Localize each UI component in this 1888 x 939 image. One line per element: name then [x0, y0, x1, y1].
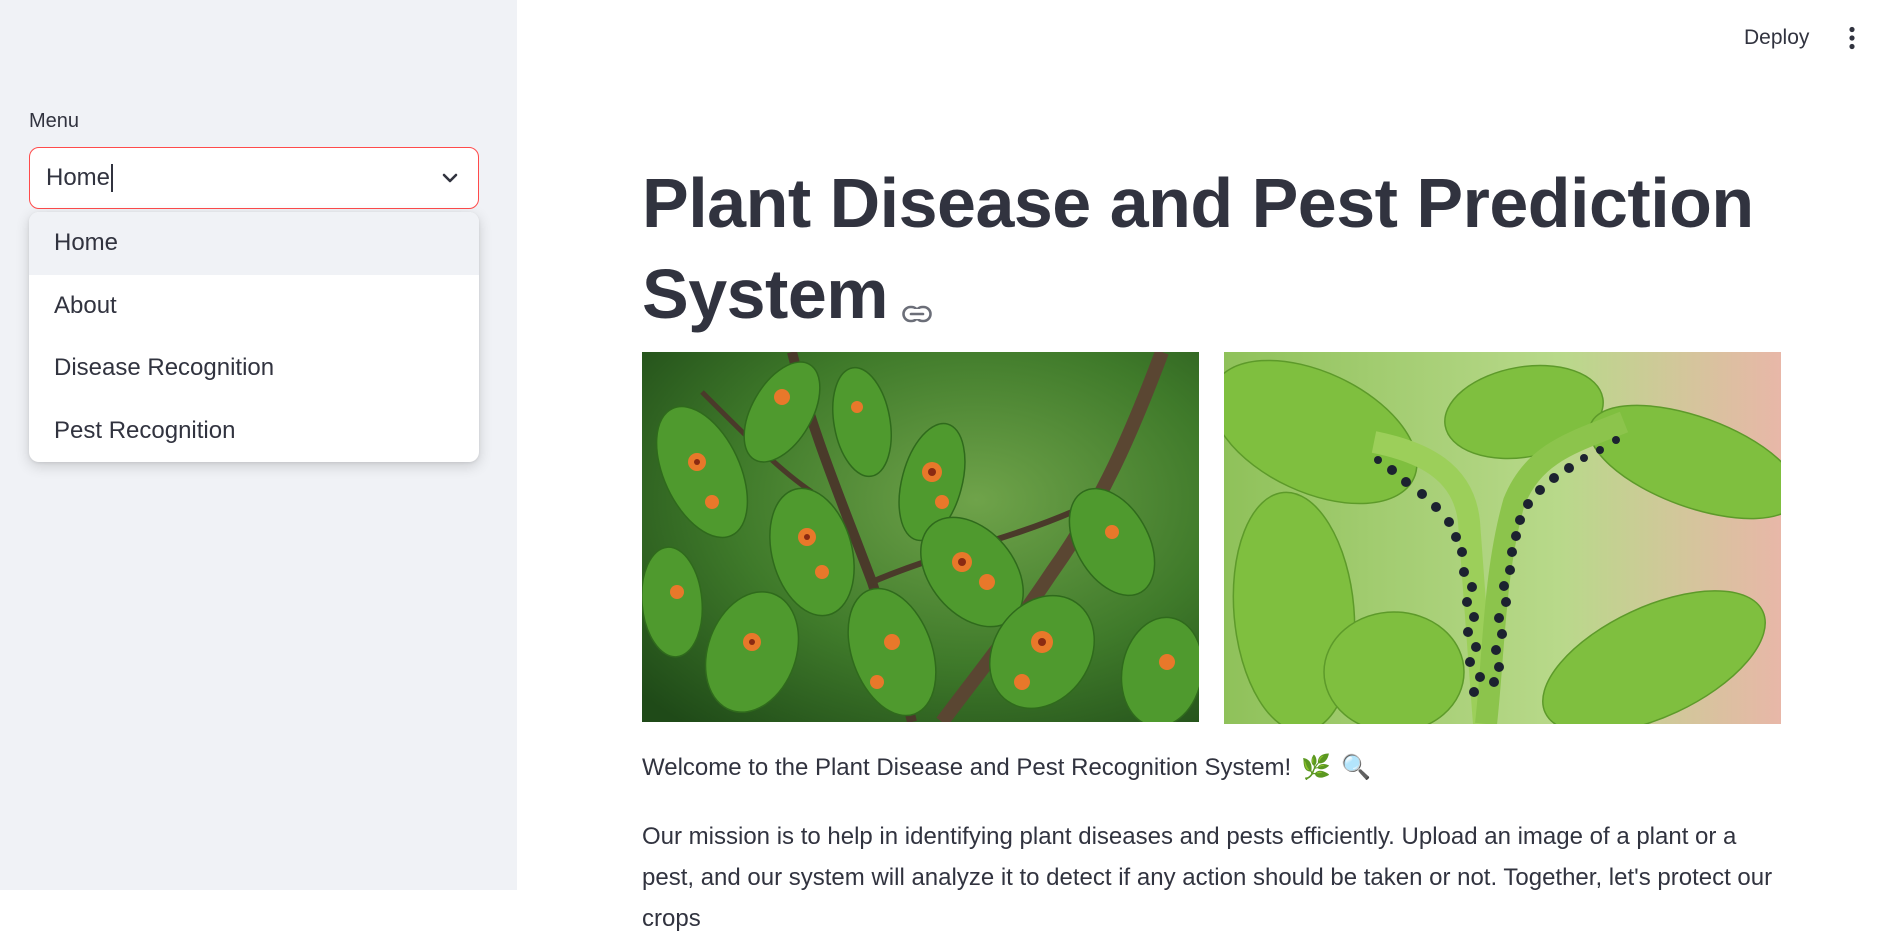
page-title-line2-wrap: System: [642, 246, 1792, 342]
menu-option-pest-recognition[interactable]: Pest Recognition: [29, 400, 479, 463]
menu-label: Menu: [29, 110, 80, 132]
herb-emoji: 🌿: [1301, 754, 1332, 781]
page-title-line1: Plant Disease and Pest Prediction: [642, 164, 1754, 242]
vertical-dots-icon[interactable]: [1838, 18, 1866, 58]
page-title-line2: System: [642, 255, 889, 333]
menu-option-about[interactable]: About: [29, 275, 479, 338]
page-title: Plant Disease and Pest Prediction System: [642, 160, 1792, 342]
text-caret: [111, 164, 114, 192]
menu-select-text[interactable]: Home: [46, 164, 110, 192]
menu-select-value[interactable]: Home: [46, 164, 114, 192]
menu-select[interactable]: Home: [29, 147, 479, 209]
welcome-text-content: Welcome to the Plant Disease and Pest Re…: [642, 753, 1292, 781]
aphids-image: [1224, 352, 1781, 724]
diseased-leaves-image: [642, 352, 1199, 722]
magnifier-emoji: 🔍: [1341, 754, 1371, 781]
deploy-button[interactable]: Deploy: [1732, 18, 1821, 58]
menu-dropdown-list: Home About Disease Recognition Pest Reco…: [29, 212, 479, 462]
link-icon[interactable]: [902, 256, 932, 342]
chevron-down-icon[interactable]: [440, 168, 460, 188]
sidebar: Menu Home Home About Disease Recognition…: [0, 0, 517, 890]
mission-text: Our mission is to help in identifying pl…: [642, 823, 1773, 932]
welcome-text: Welcome to the Plant Disease and Pest Re…: [642, 753, 1371, 782]
menu-option-disease-recognition[interactable]: Disease Recognition: [29, 337, 479, 400]
menu-option-home[interactable]: Home: [29, 212, 479, 275]
